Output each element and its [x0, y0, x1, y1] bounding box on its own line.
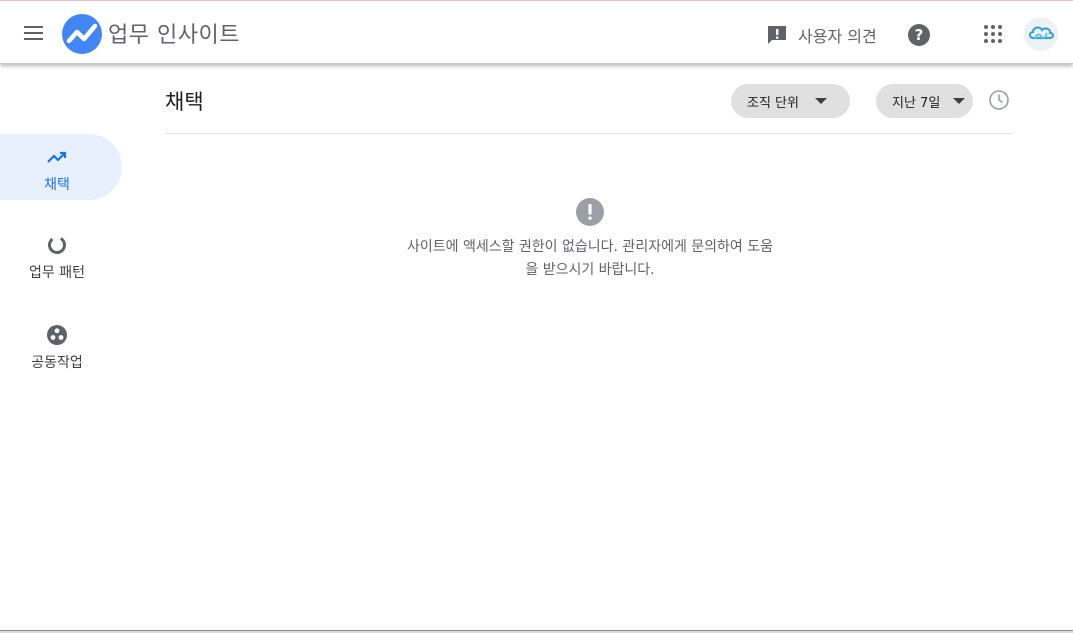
page-title: 채택	[165, 90, 204, 114]
clock-icon[interactable]	[988, 89, 1010, 111]
sidebar-item-collaboration[interactable]: 공동작업	[0, 312, 122, 378]
app-title: 업무 인사이트	[108, 23, 240, 48]
sidebar-item-label: 채택	[44, 177, 70, 193]
menu-icon-bar	[24, 32, 43, 34]
menu-icon-bar	[24, 38, 43, 40]
account-avatar[interactable]	[1024, 17, 1058, 51]
trending-up-icon	[47, 151, 67, 163]
period-label: 지난 7일	[892, 96, 941, 111]
apps-grid-icon[interactable]	[984, 25, 1002, 43]
feedback-icon	[768, 26, 786, 44]
main-menu-button[interactable]	[22, 21, 46, 45]
chevron-down-icon	[953, 98, 965, 104]
error-icon	[576, 198, 604, 226]
feedback-button[interactable]: 사용자 의견	[766, 23, 877, 47]
error-message-line: 을 받으시기 바랍니다.	[525, 262, 655, 278]
sidebar-item-label: 공동작업	[31, 355, 83, 371]
period-dropdown[interactable]: 지난 7일	[876, 84, 973, 118]
error-message: 사이트에 액세스할 권한이 없습니다. 관리자에게 문의하여 도움 을 받으시기…	[370, 236, 810, 282]
sidebar-item-work-patterns[interactable]: 업무 패턴	[0, 222, 122, 288]
group-circle-icon	[47, 325, 67, 345]
error-message-line: 사이트에 액세스할 권한이 없습니다. 관리자에게 문의하여 도움	[406, 239, 774, 255]
sidebar-item-adoption[interactable]: 채택	[0, 134, 122, 200]
donut-chart-icon	[48, 236, 66, 254]
org-unit-label: 조직 단위	[747, 96, 799, 111]
section-divider	[165, 133, 1013, 134]
sidebar-item-label: 업무 패턴	[29, 265, 85, 281]
chevron-down-icon	[815, 98, 827, 104]
help-icon[interactable]: ?	[908, 24, 930, 46]
menu-icon-bar	[24, 26, 43, 28]
work-insights-logo-icon	[62, 14, 102, 54]
org-unit-dropdown[interactable]: 조직 단위	[731, 84, 850, 118]
cloud-logo-icon	[1028, 26, 1055, 40]
feedback-label: 사용자 의견	[798, 27, 877, 46]
app-header: 업무 인사이트 사용자 의견 ?	[0, 1, 1073, 64]
